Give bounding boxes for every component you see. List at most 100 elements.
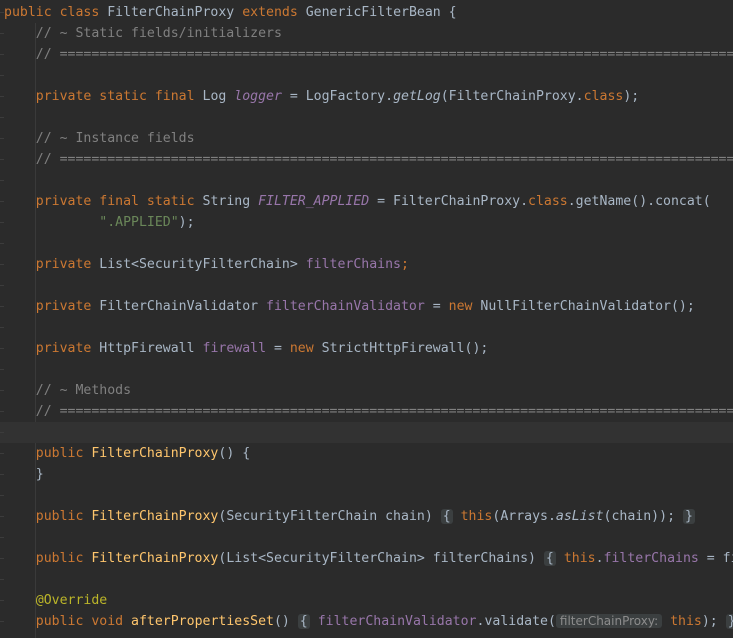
code-token: ); — [701, 614, 718, 629]
code-keyword: public — [4, 446, 92, 461]
gutter-tick — [0, 180, 4, 181]
code-line[interactable] — [0, 317, 733, 338]
code-line-current[interactable] — [0, 422, 733, 443]
code-token: firewall — [202, 341, 267, 356]
code-text: // ~ Instance fields — [4, 128, 195, 149]
folded-brace[interactable]: } — [682, 509, 695, 524]
code-token: filterChains — [305, 257, 401, 272]
code-token: = filterChains; } — [706, 551, 733, 566]
code-line[interactable]: private List<SecurityFilterChain> filter… — [0, 254, 733, 275]
code-line[interactable] — [0, 233, 733, 254]
code-keyword: this — [563, 551, 596, 566]
code-token: = FilterChainProxy. — [369, 194, 529, 209]
code-line[interactable] — [0, 107, 733, 128]
code-keyword: private — [4, 257, 100, 272]
code-line[interactable]: public void afterPropertiesSet() { filte… — [0, 611, 733, 632]
code-token: filterChains — [603, 551, 699, 566]
gutter-tick — [0, 495, 4, 496]
code-keyword: class — [528, 194, 568, 209]
code-text: public void afterPropertiesSet() { filte… — [4, 611, 733, 632]
code-line[interactable]: } — [0, 464, 733, 485]
code-token: asList — [555, 509, 604, 524]
code-token: .validate( — [476, 614, 556, 629]
folded-brace[interactable]: { — [543, 551, 556, 566]
code-text: } — [4, 464, 44, 485]
code-token: filterChainValidator — [266, 299, 425, 314]
gutter-tick — [0, 579, 4, 580]
code-comment: // ~ Static fields/initializers — [4, 26, 282, 41]
code-line[interactable] — [0, 359, 733, 380]
code-line[interactable] — [0, 527, 733, 548]
code-text: private static final Log logger = LogFac… — [4, 86, 639, 107]
code-token: filterChainValidator — [317, 614, 477, 629]
folded-brace[interactable]: { — [440, 509, 453, 524]
code-token: GenericFilterBean { — [305, 5, 457, 20]
code-line[interactable]: @Override — [0, 590, 733, 611]
code-token: () { — [218, 446, 251, 461]
code-text: private final static String FILTER_APPLI… — [4, 191, 711, 212]
gutter-tick — [0, 369, 4, 370]
code-token: = — [266, 341, 290, 356]
code-text: // =====================================… — [4, 44, 733, 65]
code-keyword: class — [59, 5, 108, 20]
code-line[interactable]: private HttpFirewall firewall = new Stri… — [0, 338, 733, 359]
code-token: (Arrays. — [492, 509, 556, 524]
gutter-tick — [0, 117, 4, 118]
code-keyword: private — [4, 89, 100, 104]
code-token: getLog — [393, 89, 441, 104]
folded-brace[interactable]: } — [725, 614, 733, 629]
code-token: . — [595, 551, 604, 566]
code-token: (SecurityFilterChain chain) — [218, 509, 441, 524]
code-comment: // =====================================… — [35, 404, 733, 419]
code-line[interactable]: ".APPLIED"); — [0, 212, 733, 233]
code-keyword: void — [91, 614, 132, 629]
code-line[interactable] — [0, 275, 733, 296]
code-editor[interactable]: public class FilterChainProxy extends Ge… — [0, 0, 733, 638]
code-keyword: extends — [242, 5, 306, 20]
code-token: .getName().concat( — [567, 194, 711, 209]
code-comment: // ~ Instance fields — [4, 131, 195, 146]
code-keyword: ; — [401, 257, 409, 272]
code-line[interactable]: public class FilterChainProxy extends Ge… — [0, 2, 733, 23]
code-text: public class FilterChainProxy extends Ge… — [4, 2, 457, 23]
code-keyword: public — [4, 5, 60, 20]
code-line[interactable]: // ~ Instance fields — [0, 128, 733, 149]
parameter-hint: filterChainProxy: — [555, 614, 663, 628]
code-line[interactable] — [0, 65, 733, 86]
code-text: // =====================================… — [4, 401, 733, 422]
code-line[interactable]: public FilterChainProxy() { — [0, 443, 733, 464]
code-line[interactable] — [0, 569, 733, 590]
code-keyword: new — [289, 341, 322, 356]
code-keyword: static — [146, 194, 203, 209]
code-line[interactable]: private final static String FILTER_APPLI… — [0, 191, 733, 212]
code-line[interactable]: public FilterChainProxy(List<SecurityFil… — [0, 548, 733, 569]
code-token: afterPropertiesSet — [131, 614, 274, 629]
code-token: HttpFirewall — [99, 341, 203, 356]
code-line[interactable]: // ~ Static fields/initializers — [0, 23, 733, 44]
code-line[interactable]: // =====================================… — [0, 149, 733, 170]
code-line[interactable]: private static final Log logger = LogFac… — [0, 86, 733, 107]
code-token: = LogFactory. — [281, 89, 394, 104]
code-keyword: this — [670, 614, 702, 629]
code-line[interactable]: public FilterChainProxy(SecurityFilterCh… — [0, 506, 733, 527]
code-line[interactable]: // =====================================… — [0, 401, 733, 422]
code-token: (chain)); — [603, 509, 676, 524]
code-token: List<SecurityFilterChain> — [99, 257, 306, 272]
code-token: FilterChainProxy — [91, 551, 219, 566]
code-line[interactable]: // =====================================… — [0, 44, 733, 65]
folded-brace[interactable]: { — [297, 614, 310, 629]
code-keyword: class — [583, 89, 624, 104]
code-line[interactable] — [0, 485, 733, 506]
code-token: } — [4, 467, 44, 482]
gutter-tick — [0, 243, 4, 244]
code-token: logger — [234, 89, 282, 104]
code-line[interactable]: // ~ Methods — [0, 380, 733, 401]
code-text: public FilterChainProxy(List<SecurityFil… — [4, 548, 733, 569]
code-line[interactable] — [0, 170, 733, 191]
code-text: private FilterChainValidator filterChain… — [4, 296, 695, 317]
code-line[interactable]: private FilterChainValidator filterChain… — [0, 296, 733, 317]
code-token: StrictHttpFirewall(); — [321, 341, 489, 356]
code-keyword: private — [4, 299, 100, 314]
